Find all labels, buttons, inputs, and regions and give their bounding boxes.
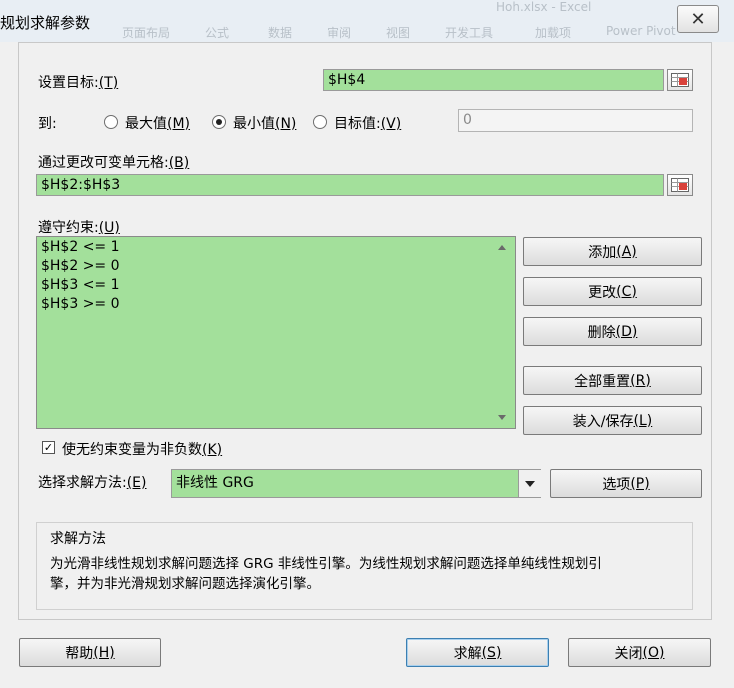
change-button[interactable]: 更改 (C) [523,277,702,306]
variable-cells-input[interactable]: $H$2:$H$3 [36,174,664,196]
close-button[interactable]: 关闭 (O) [568,638,711,667]
radio-min-label: 最小值(N) [233,116,297,132]
ghost-file-name: Hoh.xlsx - Excel [496,0,592,14]
ribbon-ghost-tab: 公式 [205,26,230,40]
radio-target-label: 目标值:(V) [334,116,402,132]
cell-range-icon [671,178,689,192]
solve-button[interactable]: 求解 (S) [406,638,549,667]
delete-button[interactable]: 删除 (D) [523,317,702,346]
scroll-arrows-icon [498,245,506,420]
objective-label: 设置目标:(T) [38,75,119,91]
method-dropdown-button[interactable] [518,470,541,497]
solving-method-description-line1: 为光滑非线性规划求解问题选择 GRG 非线性引擎。为线性规划求解问题选择单纯线性… [50,556,602,572]
constraint-item[interactable]: $H$3 >= 0 [41,295,120,314]
objective-ref-button[interactable] [667,69,693,91]
constraint-item[interactable]: $H$2 <= 1 [41,238,120,257]
solving-method-heading: 求解方法 [50,531,106,547]
ribbon-ghost-tab: 加载项 [535,26,572,40]
dialog-title: 规划求解参数 [0,14,91,32]
load-save-button[interactable]: 装入/保存 (L) [523,406,702,435]
constraint-item[interactable]: $H$2 >= 0 [41,257,120,276]
target-value-input[interactable]: 0 [458,109,693,132]
constraints-label: 遵守约束:(U) [38,220,120,236]
radio-max[interactable] [104,115,118,129]
ribbon-ghost-tab: 审阅 [327,26,352,40]
constraint-item[interactable]: $H$3 <= 1 [41,276,120,295]
ribbon-ghost-tab: 数据 [268,26,293,40]
ribbon-ghost-tab: 视图 [386,26,411,40]
solving-method-description-line2: 擎，并为非光滑规划求解问题选择演化引擎。 [50,576,320,592]
nonnegative-checkbox[interactable]: ✓ [42,441,55,454]
constraints-scrollbar[interactable] [490,237,514,428]
ribbon-ghost-tab: 开发工具 [445,26,494,40]
reset-all-button[interactable]: 全部重置 (R) [523,366,702,395]
add-button[interactable]: 添加 (A) [523,237,702,266]
checkmark-icon: ✓ [43,441,54,454]
options-button[interactable]: 选项 (P) [550,469,702,498]
close-window-button[interactable]: ✕ [677,5,719,33]
variables-label: 通过更改可变单元格:(B) [38,155,190,171]
radio-target[interactable] [313,115,327,129]
method-label: 选择求解方法:(E) [38,475,147,491]
radio-min[interactable] [212,115,226,129]
ribbon-ghost-tab: 页面布局 [122,26,171,40]
cell-range-icon [671,73,689,87]
constraints-list[interactable]: $H$2 <= 1 $H$2 >= 0 $H$3 <= 1 $H$3 >= 0 [36,236,516,429]
variables-ref-button[interactable] [667,174,693,196]
objective-input[interactable]: $H$4 [323,69,664,91]
chevron-down-icon [525,480,535,487]
ribbon-ghost-tab: Power Pivot [606,24,676,38]
to-label: 到: [38,116,57,132]
nonnegative-label: 使无约束变量为非负数(K) [62,442,223,458]
close-icon: ✕ [690,8,706,30]
method-select[interactable]: 非线性 GRG [171,469,541,498]
radio-max-label: 最大值(M) [125,116,191,132]
help-button[interactable]: 帮助 (H) [19,638,161,667]
